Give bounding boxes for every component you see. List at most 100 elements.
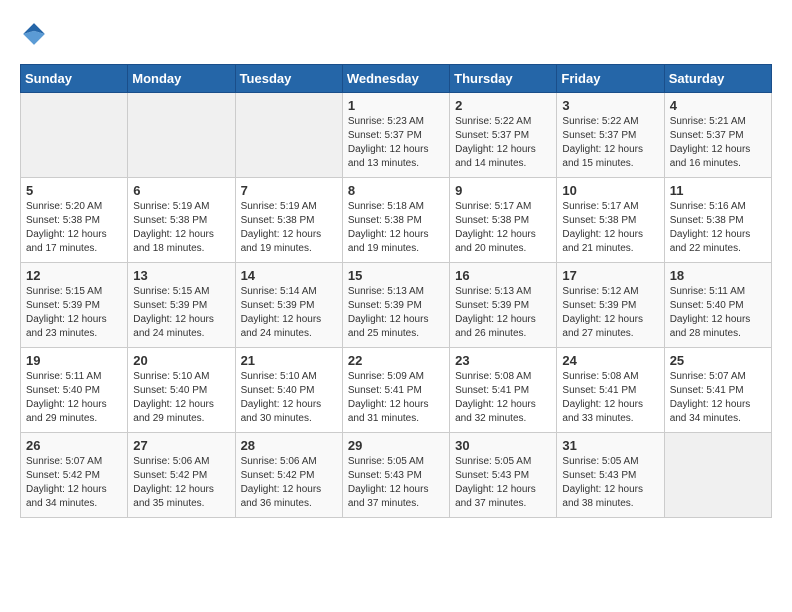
day-number: 30: [455, 438, 551, 453]
day-number: 24: [562, 353, 658, 368]
calendar-cell: [21, 93, 128, 178]
calendar-cell: 11 Sunrise: 5:16 AM Sunset: 5:38 PM Dayli…: [664, 178, 771, 263]
day-info: Sunrise: 5:11 AM Sunset: 5:40 PM Dayligh…: [26, 370, 122, 426]
day-number: 17: [562, 268, 658, 283]
day-number: 18: [670, 268, 766, 283]
day-info: Sunrise: 5:11 AM Sunset: 5:40 PM Dayligh…: [670, 285, 766, 341]
day-number: 8: [348, 183, 444, 198]
calendar-cell: 16Sunrise: 5:13 AM Sunset: 5:39 PM Dayli…: [450, 263, 557, 348]
day-number: 27: [133, 438, 229, 453]
calendar-cell: 20 Sunrise: 5:10 AM Sunset: 5:40 PM Dayli…: [128, 348, 235, 433]
day-number: 2: [455, 98, 551, 113]
day-info: Sunrise: 5:12 AM Sunset: 5:39 PM Dayligh…: [562, 285, 658, 341]
calendar-cell: [664, 433, 771, 518]
calendar-cell: 26Sunrise: 5:07 AM Sunset: 5:42 PM Dayli…: [21, 433, 128, 518]
day-number: 31: [562, 438, 658, 453]
calendar-cell: 3 Sunrise: 5:22 AM Sunset: 5:37 PM Daylig…: [557, 93, 664, 178]
day-number: 20: [133, 353, 229, 368]
col-header-monday: Monday: [128, 65, 235, 93]
calendar-cell: 10Sunrise: 5:17 AM Sunset: 5:38 PM Dayli…: [557, 178, 664, 263]
logo-icon: [20, 20, 48, 48]
day-info: Sunrise: 5:10 AM Sunset: 5:40 PM Dayligh…: [133, 370, 229, 426]
day-info: Sunrise: 5:05 AM Sunset: 5:43 PM Dayligh…: [562, 455, 658, 511]
day-number: 25: [670, 353, 766, 368]
day-number: 9: [455, 183, 551, 198]
logo: [20, 20, 52, 48]
day-number: 11: [670, 183, 766, 198]
calendar-cell: 27 Sunrise: 5:06 AM Sunset: 5:42 PM Dayli…: [128, 433, 235, 518]
day-number: 13: [133, 268, 229, 283]
day-info: Sunrise: 5:16 AM Sunset: 5:38 PM Dayligh…: [670, 200, 766, 256]
day-number: 21: [241, 353, 337, 368]
day-info: Sunrise: 5:06 AM Sunset: 5:42 PM Dayligh…: [133, 455, 229, 511]
col-header-sunday: Sunday: [21, 65, 128, 93]
day-info: Sunrise: 5:07 AM Sunset: 5:42 PM Dayligh…: [26, 455, 122, 511]
day-info: Sunrise: 5:20 AM Sunset: 5:38 PM Dayligh…: [26, 200, 122, 256]
calendar-week-row: 19 Sunrise: 5:11 AM Sunset: 5:40 PM Dayli…: [21, 348, 772, 433]
calendar-cell: 1Sunrise: 5:23 AM Sunset: 5:37 PM Daylig…: [342, 93, 449, 178]
day-number: 10: [562, 183, 658, 198]
calendar-cell: 15 Sunrise: 5:13 AM Sunset: 5:39 PM Dayli…: [342, 263, 449, 348]
calendar-cell: 8 Sunrise: 5:18 AM Sunset: 5:38 PM Daylig…: [342, 178, 449, 263]
day-info: Sunrise: 5:17 AM Sunset: 5:38 PM Dayligh…: [455, 200, 551, 256]
day-info: Sunrise: 5:15 AM Sunset: 5:39 PM Dayligh…: [26, 285, 122, 341]
day-number: 5: [26, 183, 122, 198]
calendar-cell: 22Sunrise: 5:09 AM Sunset: 5:41 PM Dayli…: [342, 348, 449, 433]
calendar-cell: 19 Sunrise: 5:11 AM Sunset: 5:40 PM Dayli…: [21, 348, 128, 433]
calendar-table: SundayMondayTuesdayWednesdayThursdayFrid…: [20, 64, 772, 518]
day-info: Sunrise: 5:05 AM Sunset: 5:43 PM Dayligh…: [455, 455, 551, 511]
day-number: 23: [455, 353, 551, 368]
day-info: Sunrise: 5:05 AM Sunset: 5:43 PM Dayligh…: [348, 455, 444, 511]
day-number: 1: [348, 98, 444, 113]
calendar-cell: 28 Sunrise: 5:06 AM Sunset: 5:42 PM Dayli…: [235, 433, 342, 518]
day-info: Sunrise: 5:10 AM Sunset: 5:40 PM Dayligh…: [241, 370, 337, 426]
day-info: Sunrise: 5:06 AM Sunset: 5:42 PM Dayligh…: [241, 455, 337, 511]
calendar-cell: [128, 93, 235, 178]
day-info: Sunrise: 5:08 AM Sunset: 5:41 PM Dayligh…: [562, 370, 658, 426]
day-info: Sunrise: 5:22 AM Sunset: 5:37 PM Dayligh…: [562, 115, 658, 171]
day-number: 6: [133, 183, 229, 198]
day-info: Sunrise: 5:21 AM Sunset: 5:37 PM Dayligh…: [670, 115, 766, 171]
day-info: Sunrise: 5:13 AM Sunset: 5:39 PM Dayligh…: [348, 285, 444, 341]
calendar-cell: 21 Sunrise: 5:10 AM Sunset: 5:40 PM Dayli…: [235, 348, 342, 433]
page-header: [20, 20, 772, 48]
calendar-cell: 29 Sunrise: 5:05 AM Sunset: 5:43 PM Dayli…: [342, 433, 449, 518]
calendar-week-row: 5 Sunrise: 5:20 AM Sunset: 5:38 PM Daylig…: [21, 178, 772, 263]
col-header-thursday: Thursday: [450, 65, 557, 93]
calendar-cell: 2 Sunrise: 5:22 AM Sunset: 5:37 PM Daylig…: [450, 93, 557, 178]
day-info: Sunrise: 5:13 AM Sunset: 5:39 PM Dayligh…: [455, 285, 551, 341]
day-number: 7: [241, 183, 337, 198]
day-number: 14: [241, 268, 337, 283]
calendar-cell: 12Sunrise: 5:15 AM Sunset: 5:39 PM Dayli…: [21, 263, 128, 348]
day-info: Sunrise: 5:09 AM Sunset: 5:41 PM Dayligh…: [348, 370, 444, 426]
day-info: Sunrise: 5:19 AM Sunset: 5:38 PM Dayligh…: [133, 200, 229, 256]
day-info: Sunrise: 5:07 AM Sunset: 5:41 PM Dayligh…: [670, 370, 766, 426]
col-header-saturday: Saturday: [664, 65, 771, 93]
day-number: 28: [241, 438, 337, 453]
calendar-cell: 13 Sunrise: 5:15 AM Sunset: 5:39 PM Dayli…: [128, 263, 235, 348]
calendar-cell: 17 Sunrise: 5:12 AM Sunset: 5:39 PM Dayli…: [557, 263, 664, 348]
calendar-cell: 7 Sunrise: 5:19 AM Sunset: 5:38 PM Daylig…: [235, 178, 342, 263]
calendar-cell: 4 Sunrise: 5:21 AM Sunset: 5:37 PM Daylig…: [664, 93, 771, 178]
day-number: 19: [26, 353, 122, 368]
col-header-friday: Friday: [557, 65, 664, 93]
day-number: 29: [348, 438, 444, 453]
day-info: Sunrise: 5:18 AM Sunset: 5:38 PM Dayligh…: [348, 200, 444, 256]
calendar-cell: 6 Sunrise: 5:19 AM Sunset: 5:38 PM Daylig…: [128, 178, 235, 263]
calendar-cell: 18 Sunrise: 5:11 AM Sunset: 5:40 PM Dayli…: [664, 263, 771, 348]
calendar-cell: 25 Sunrise: 5:07 AM Sunset: 5:41 PM Dayli…: [664, 348, 771, 433]
day-info: Sunrise: 5:14 AM Sunset: 5:39 PM Dayligh…: [241, 285, 337, 341]
day-info: Sunrise: 5:15 AM Sunset: 5:39 PM Dayligh…: [133, 285, 229, 341]
day-number: 4: [670, 98, 766, 113]
day-info: Sunrise: 5:19 AM Sunset: 5:38 PM Dayligh…: [241, 200, 337, 256]
calendar-header-row: SundayMondayTuesdayWednesdayThursdayFrid…: [21, 65, 772, 93]
calendar-week-row: 1Sunrise: 5:23 AM Sunset: 5:37 PM Daylig…: [21, 93, 772, 178]
col-header-wednesday: Wednesday: [342, 65, 449, 93]
day-info: Sunrise: 5:22 AM Sunset: 5:37 PM Dayligh…: [455, 115, 551, 171]
calendar-week-row: 12Sunrise: 5:15 AM Sunset: 5:39 PM Dayli…: [21, 263, 772, 348]
day-number: 15: [348, 268, 444, 283]
calendar-cell: [235, 93, 342, 178]
day-number: 3: [562, 98, 658, 113]
col-header-tuesday: Tuesday: [235, 65, 342, 93]
calendar-week-row: 26Sunrise: 5:07 AM Sunset: 5:42 PM Dayli…: [21, 433, 772, 518]
